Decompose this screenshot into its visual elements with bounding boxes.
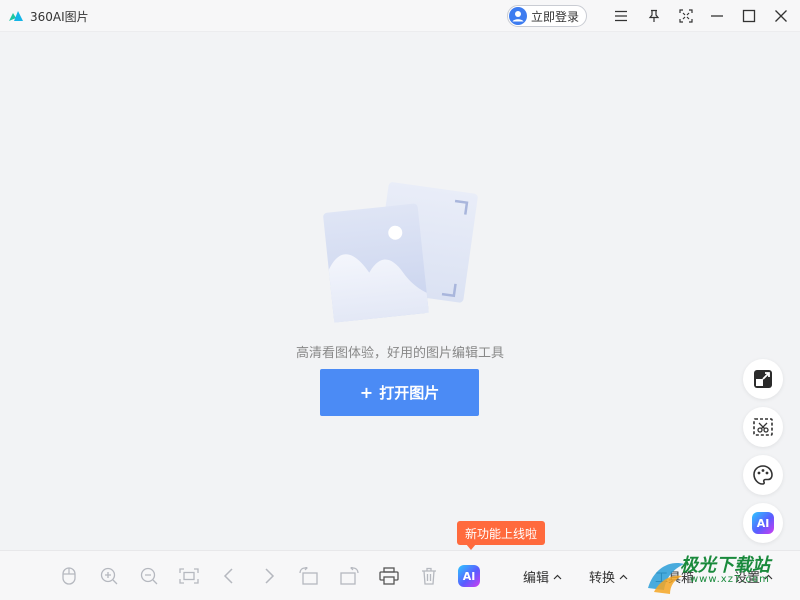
close-button[interactable] [771, 6, 791, 26]
user-avatar-icon [509, 7, 527, 25]
ai-toolbar-button[interactable]: AI [458, 565, 480, 587]
pin-icon [648, 9, 660, 22]
rotate-right-icon [340, 567, 359, 585]
crop-cut-icon [753, 418, 773, 436]
previous-button[interactable] [218, 565, 240, 587]
rotate-right-button[interactable] [338, 565, 360, 587]
edit-menu-label: 编辑 [523, 571, 550, 586]
crop-tool-button[interactable] [743, 407, 783, 447]
zoom-in-button[interactable] [98, 565, 120, 587]
plus-icon: + [359, 383, 374, 402]
previous-icon [223, 568, 233, 584]
menu-button[interactable] [611, 6, 631, 26]
zoom-out-icon [140, 567, 158, 585]
print-button[interactable] [378, 565, 400, 587]
close-icon [775, 10, 787, 22]
expand-icon [754, 370, 772, 388]
title-bar: 360AI图片 立即登录 [0, 0, 800, 32]
convert-menu[interactable]: 转换 [589, 567, 628, 586]
rotate-left-icon [299, 567, 318, 585]
fullscreen-icon [679, 9, 693, 23]
new-feature-tooltip: 新功能上线啦 [457, 521, 546, 545]
app-logo-icon [9, 11, 23, 21]
next-icon [265, 568, 275, 584]
zoom-in-icon [100, 567, 118, 585]
rotate-left-button[interactable] [298, 565, 320, 587]
mouse-mode-button[interactable] [58, 565, 80, 587]
fit-screen-button[interactable] [178, 565, 200, 587]
tagline-text: 高清看图体验，好用的图片编辑工具 [295, 346, 504, 361]
expand-tool-button[interactable] [743, 359, 783, 399]
image-placeholder-illustration [323, 182, 478, 323]
ai-icon: AI [458, 565, 480, 587]
minimize-button[interactable] [707, 6, 727, 26]
login-button[interactable]: 立即登录 [507, 5, 587, 27]
print-icon [379, 567, 399, 585]
fullscreen-button[interactable] [676, 6, 696, 26]
chevron-up-icon [619, 574, 628, 579]
fit-screen-icon [179, 568, 199, 584]
palette-icon [753, 465, 773, 485]
zoom-out-button[interactable] [138, 565, 160, 587]
color-tool-button[interactable] [743, 455, 783, 495]
open-image-button[interactable]: + 打开图片 [320, 369, 479, 416]
open-image-label: 打开图片 [379, 384, 440, 402]
ai-icon: AI [752, 512, 774, 534]
ai-tool-button[interactable]: AI [743, 503, 783, 543]
app-title: 360AI图片 [30, 10, 89, 24]
pin-button[interactable] [644, 6, 664, 26]
minimize-icon [711, 15, 723, 17]
edit-menu[interactable]: 编辑 [523, 567, 562, 586]
maximize-icon [742, 9, 756, 23]
maximize-button[interactable] [739, 6, 759, 26]
convert-menu-label: 转换 [589, 571, 616, 586]
menu-icon [615, 10, 627, 22]
watermark-url: www.xz7.com [690, 574, 770, 585]
mouse-icon [62, 567, 76, 585]
delete-icon [422, 567, 436, 585]
delete-button[interactable] [418, 565, 440, 587]
login-label: 立即登录 [531, 9, 580, 24]
next-button[interactable] [258, 565, 280, 587]
chevron-up-icon [553, 574, 562, 579]
